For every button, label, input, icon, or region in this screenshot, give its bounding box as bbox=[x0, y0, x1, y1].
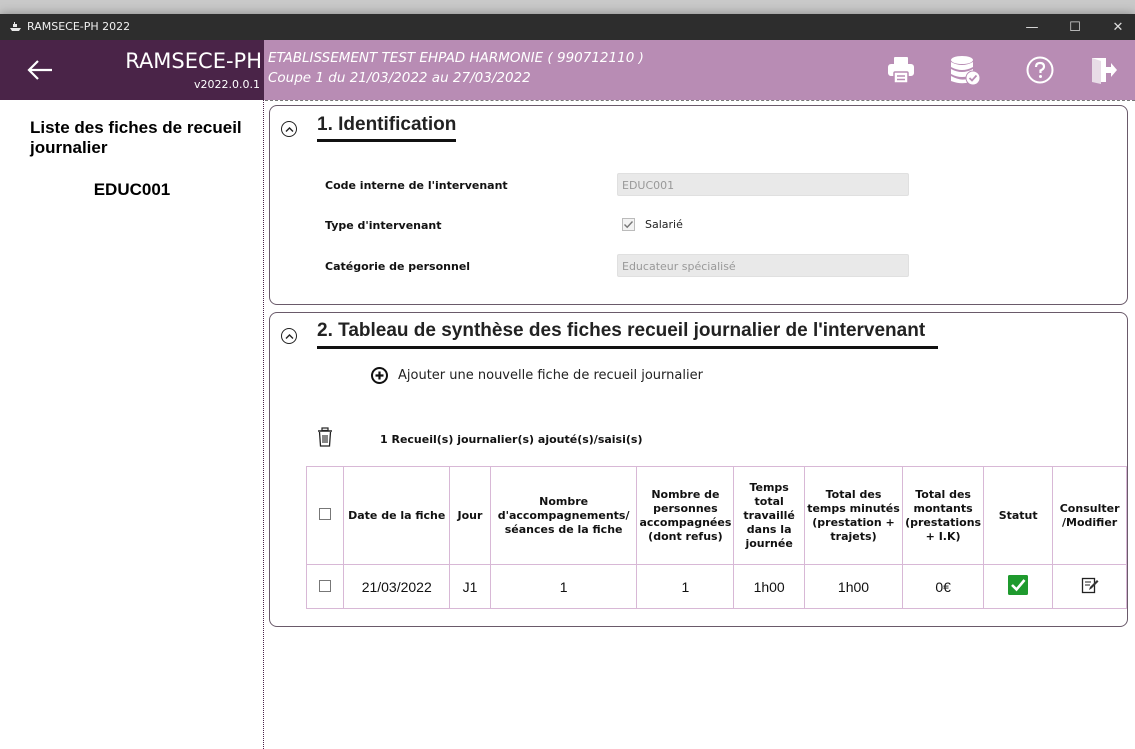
checkbox[interactable] bbox=[622, 218, 635, 231]
select-all-cell bbox=[305, 466, 345, 565]
section2-underline bbox=[317, 346, 938, 349]
col-total-montants: Total des montants (prestations + I.K) bbox=[902, 466, 985, 565]
sidebar: Liste des fiches de recueil journalier E… bbox=[0, 100, 264, 749]
section1-title: 1. Identification bbox=[317, 114, 457, 135]
category-field[interactable]: Educateur spécialisé bbox=[617, 254, 909, 277]
table-row[interactable]: 21/03/2022 J1 1 1 1h00 1h00 0€ bbox=[305, 564, 1127, 609]
col-temps-total: Temps total travaillé dans la journée bbox=[733, 466, 805, 565]
row-total-montants: 0€ bbox=[902, 564, 985, 609]
status-check-icon bbox=[1008, 575, 1029, 595]
col-nb-accompagnements: Nombre d'accompagnements/ séances de la … bbox=[489, 466, 638, 565]
app-name: RAMSECE-PH bbox=[125, 49, 262, 73]
minimize-button[interactable]: — bbox=[1015, 14, 1049, 40]
collapse-section2-button[interactable] bbox=[281, 328, 297, 344]
col-jour: Jour bbox=[449, 466, 491, 565]
identification-section: 1. Identification Code interne de l'inte… bbox=[269, 105, 1128, 305]
header-context: ETABLISSEMENT TEST EHPAD HARMONIE ( 9907… bbox=[264, 40, 1135, 100]
close-button[interactable]: ✕ bbox=[1101, 14, 1135, 40]
edit-icon[interactable] bbox=[1081, 576, 1099, 594]
row-checkbox[interactable] bbox=[319, 579, 332, 592]
row-jour: J1 bbox=[449, 564, 491, 609]
row-statut bbox=[983, 564, 1054, 609]
sidebar-code: EDUC001 bbox=[93, 180, 171, 199]
col-consulter: Consulter /Modifier bbox=[1052, 466, 1127, 565]
code-label: Code interne de l'intervenant bbox=[325, 179, 508, 192]
logout-icon[interactable] bbox=[1085, 52, 1121, 88]
type-salarie-checkbox[interactable]: Salarié bbox=[622, 218, 683, 231]
select-all-checkbox[interactable] bbox=[319, 507, 332, 520]
records-count: 1 Recueil(s) journalier(s) ajouté(s)/sai… bbox=[380, 433, 643, 446]
title-bar: RAMSECE-PH 2022 — ☐ ✕ bbox=[0, 14, 1135, 40]
row-total-temps-minutes: 1h00 bbox=[803, 564, 904, 609]
row-temps-total: 1h00 bbox=[733, 564, 805, 609]
fiches-table: Date de la fiche Jour Nombre d'accompagn… bbox=[305, 466, 1127, 609]
trash-icon[interactable] bbox=[317, 427, 333, 447]
row-date: 21/03/2022 bbox=[343, 564, 451, 609]
type-label: Type d'intervenant bbox=[325, 219, 442, 232]
app-version: v2022.0.0.1 bbox=[194, 78, 260, 91]
row-select-cell bbox=[305, 564, 345, 609]
category-label: Catégorie de personnel bbox=[325, 260, 471, 273]
print-icon[interactable] bbox=[883, 52, 919, 88]
main-content: 1. Identification Code interne de l'inte… bbox=[265, 100, 1135, 749]
maximize-button[interactable]: ☐ bbox=[1058, 14, 1092, 40]
synthesis-section: 2. Tableau de synthèse des fiches recuei… bbox=[269, 312, 1128, 627]
table-header-row: Date de la fiche Jour Nombre d'accompagn… bbox=[305, 466, 1127, 565]
database-check-icon[interactable] bbox=[947, 52, 983, 88]
plus-circle-icon bbox=[371, 367, 388, 384]
row-nb-personnes: 1 bbox=[636, 564, 735, 609]
add-fiche-label: Ajouter une nouvelle fiche de recueil jo… bbox=[398, 368, 703, 383]
col-nb-personnes: Nombre de personnes accompagnées (dont r… bbox=[636, 466, 735, 565]
window-title: RAMSECE-PH 2022 bbox=[27, 20, 131, 33]
section2-title: 2. Tableau de synthèse des fiches recuei… bbox=[317, 320, 926, 341]
app-header: RAMSECE-PH v2022.0.0.1 ETABLISSEMENT TES… bbox=[0, 40, 1135, 100]
app-window: RAMSECE-PH 2022 — ☐ ✕ RAMSECE-PH v2022.0… bbox=[0, 14, 1135, 749]
period-label: Coupe 1 du 21/03/2022 au 27/03/2022 bbox=[268, 70, 531, 86]
back-arrow-icon[interactable] bbox=[20, 52, 60, 88]
checkmark-icon bbox=[624, 221, 634, 229]
col-total-temps-minutes: Total des temps minutés (prestation + tr… bbox=[803, 466, 904, 565]
help-icon[interactable] bbox=[1022, 52, 1058, 88]
row-nb-accompagnements: 1 bbox=[489, 564, 638, 609]
col-date: Date de la fiche bbox=[343, 466, 451, 565]
header-brand: RAMSECE-PH v2022.0.0.1 bbox=[0, 40, 264, 100]
collapse-section1-button[interactable] bbox=[281, 121, 297, 137]
app-ship-icon bbox=[10, 22, 21, 31]
col-statut: Statut bbox=[983, 466, 1054, 565]
sidebar-title: Liste des fiches de recueil journalier bbox=[30, 118, 242, 157]
section1-underline bbox=[317, 139, 456, 142]
row-consulter bbox=[1052, 564, 1127, 609]
chevron-up-icon bbox=[285, 333, 293, 339]
divider bbox=[265, 100, 1135, 101]
establishment-label: ETABLISSEMENT TEST EHPAD HARMONIE ( 9907… bbox=[268, 50, 644, 66]
type-option-label: Salarié bbox=[645, 218, 683, 231]
add-fiche-button[interactable]: Ajouter une nouvelle fiche de recueil jo… bbox=[371, 367, 703, 384]
chevron-up-icon bbox=[285, 126, 293, 132]
code-field[interactable]: EDUC001 bbox=[617, 173, 909, 196]
